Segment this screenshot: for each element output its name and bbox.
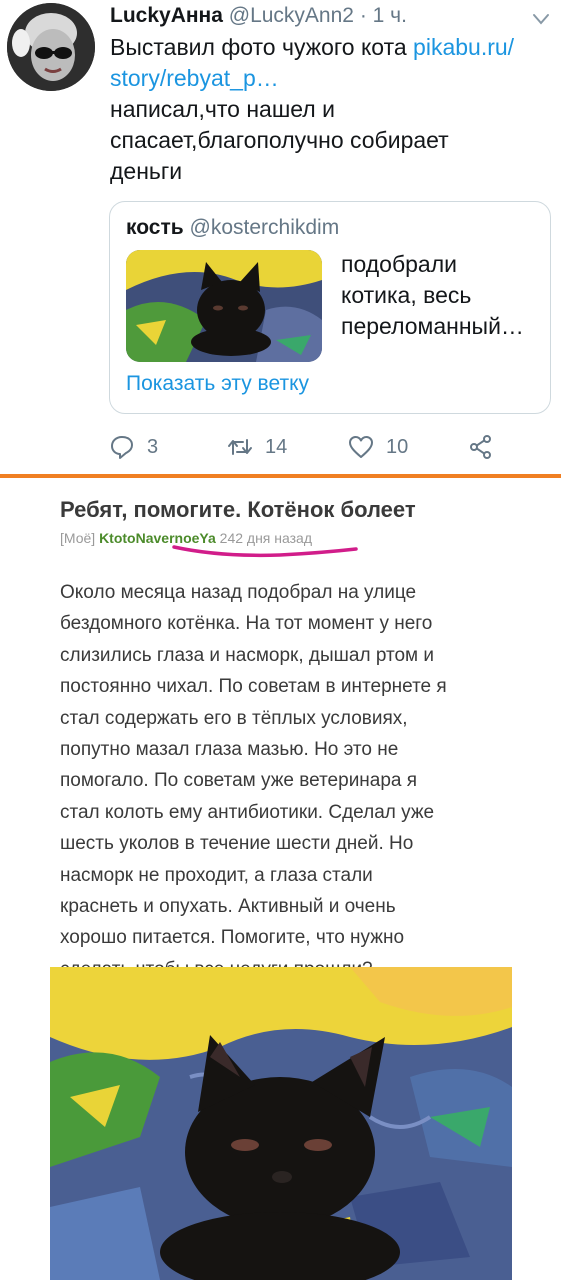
show-thread-link[interactable]: Показать эту ветку xyxy=(126,372,309,396)
tweet-time[interactable]: 1 ч. xyxy=(373,4,407,27)
tweet: LuckyАнна @LuckyAnn2 · 1 ч. Выставил фот… xyxy=(0,0,561,474)
tweet-dot: · xyxy=(359,4,367,27)
reply-button[interactable]: 3 xyxy=(109,430,158,464)
share-button[interactable] xyxy=(468,430,506,464)
share-icon xyxy=(470,435,491,459)
orange-divider xyxy=(0,474,561,478)
retweet-count: 14 xyxy=(265,435,288,458)
tweet-header: LuckyАнна @LuckyAnn2 · 1 ч. xyxy=(110,4,407,28)
reply-icon xyxy=(111,436,133,459)
tweet-actions: 3 14 10 xyxy=(0,430,561,464)
tweet-author-name[interactable]: LuckyАнна xyxy=(110,4,223,27)
post-body: Около месяца назад подобрал на улице без… xyxy=(60,582,447,980)
post-title[interactable]: Ребят, помогите. Котёнок болеет xyxy=(60,497,416,523)
quoted-author-handle: @kosterchikdim xyxy=(189,216,340,239)
quoted-author-name: кость xyxy=(126,216,184,239)
highlight-underline xyxy=(172,545,358,558)
retweet-icon xyxy=(228,439,252,455)
quoted-header: кость @kosterchikdim xyxy=(126,216,339,240)
kitten-photo[interactable] xyxy=(50,967,512,1280)
heart-icon xyxy=(349,436,373,458)
tweet-text-after-link: написал,что нашел и спасает,благополучно… xyxy=(110,96,449,184)
tweet-author-handle[interactable]: @LuckyAnn2 xyxy=(229,4,354,27)
post-tag[interactable]: [Моё] xyxy=(60,530,95,546)
quoted-thumbnail[interactable] xyxy=(126,250,322,362)
retweet-button[interactable]: 14 xyxy=(227,430,287,464)
reply-count: 3 xyxy=(147,435,159,458)
avatar[interactable] xyxy=(7,3,95,91)
like-button[interactable]: 10 xyxy=(348,430,408,464)
quoted-tweet[interactable]: кость @kosterchikdim подобрали котика, в… xyxy=(109,201,551,414)
like-count: 10 xyxy=(386,435,409,458)
quoted-text: подобрали котика, весь переломанный… xyxy=(341,251,524,339)
tweet-text: Выставил фото чужого кота pikabu.ru/ sto… xyxy=(110,32,555,187)
chevron-down-icon[interactable] xyxy=(530,8,552,30)
tweet-text-before-link: Выставил фото чужого кота xyxy=(110,34,414,60)
